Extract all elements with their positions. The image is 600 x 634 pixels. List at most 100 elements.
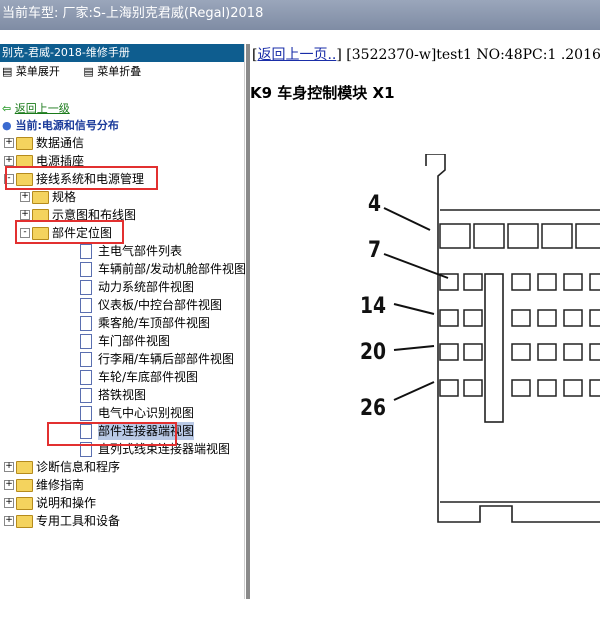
expand-node-icon[interactable]: + [4, 156, 14, 166]
tree-item-label: 电气中心识别视图 [98, 406, 195, 420]
document-icon [80, 370, 92, 385]
tree-item-label: 乘客舱/车顶部件视图 [98, 316, 211, 330]
manual-header: 别克-君威-2018-维修手册 [0, 44, 244, 62]
pin-label-14: 14 [360, 294, 387, 319]
tree-folder-item[interactable]: + 专用工具和设备 [0, 512, 244, 530]
tree-item-label: 规格 [52, 190, 77, 204]
leader-line-26 [393, 381, 435, 401]
back-level-link[interactable]: ⇦ 返回上一级 [2, 100, 70, 118]
expand-node-icon[interactable]: + [20, 210, 30, 220]
app-title-text: 当前车型: 厂家:S-上海别克君威(Regal)2018 [2, 6, 264, 21]
expand-menu-button[interactable]: ▤ 菜单展开 [2, 65, 70, 78]
cavity-small [589, 379, 600, 397]
content-panel: [返回上一页..] [3522370-w]test1 NO:48PC:1 .20… [250, 44, 600, 599]
expand-node-icon[interactable]: + [4, 498, 14, 508]
document-icon [80, 262, 92, 277]
expand-node-icon[interactable]: + [20, 192, 30, 202]
document-icon [80, 388, 92, 403]
document-icon [80, 244, 92, 259]
tree-item-label: 动力系统部件视图 [98, 280, 195, 294]
cavity-small [589, 309, 600, 327]
cavity-small [563, 343, 583, 361]
cavity-small [563, 273, 583, 291]
tree-folder-item[interactable]: + 诊断信息和程序 [0, 458, 244, 476]
tree-doc-item[interactable]: 搭铁视图 [0, 386, 244, 404]
folder-icon [16, 497, 33, 510]
tree-doc-item[interactable]: 仪表板/中控台部件视图 [0, 296, 244, 314]
connector-outline [425, 154, 600, 523]
pin-label-20: 20 [360, 340, 387, 365]
leader-line-14 [393, 303, 435, 315]
tree-doc-item[interactable]: 动力系统部件视图 [0, 278, 244, 296]
cavity-small [463, 379, 483, 397]
back-level-label: 返回上一级 [14, 102, 70, 115]
folder-icon [32, 191, 49, 204]
pin-label-7: 7 [368, 238, 382, 263]
cavity-small [537, 309, 557, 327]
tree-folder-item[interactable]: + 规格 [0, 188, 244, 206]
current-location-label: 当前:电源和信号分布 [15, 119, 119, 132]
cavity-small [537, 379, 557, 397]
tree-toolbar: ▤ 菜单展开 ▤ 菜单折叠 [0, 62, 244, 82]
cavity-small [439, 309, 459, 327]
tree-doc-item[interactable]: 乘客舱/车顶部件视图 [0, 314, 244, 332]
document-icon [80, 352, 92, 367]
cavity-small [563, 379, 583, 397]
expand-node-icon[interactable]: + [4, 138, 14, 148]
cavity-large [473, 223, 505, 249]
module-title: K9 车身控制模块 X1 [250, 84, 395, 102]
tree-folder-item[interactable]: + 数据通信 [0, 134, 244, 152]
tree-doc-item[interactable]: 车辆前部/发动机舱部件视图 [0, 260, 247, 278]
cavity-small [511, 309, 531, 327]
tree-doc-item[interactable]: 行李厢/车辆后部部件视图 [0, 350, 244, 368]
tree-doc-item[interactable]: 车轮/车底部件视图 [0, 368, 244, 386]
expand-node-icon[interactable]: + [4, 462, 14, 472]
collapse-menu-button[interactable]: ▤ 菜单折叠 [83, 65, 151, 78]
location-icon: ● [2, 119, 12, 132]
tree-doc-item[interactable]: 电气中心识别视图 [0, 404, 244, 422]
cavity-large [439, 223, 471, 249]
document-icon [80, 316, 92, 331]
tree-doc-item[interactable]: 主电气部件列表 [0, 242, 244, 260]
connector-diagram [383, 154, 600, 523]
cavity-large [507, 223, 539, 249]
tree-item-label: 车辆前部/发动机舱部件视图 [98, 262, 247, 276]
tree-item-label: 维修指南 [36, 478, 85, 492]
tree-item-label: 诊断信息和程序 [36, 460, 121, 474]
folder-icon [16, 137, 33, 150]
tree-item-label: 车门部件视图 [98, 334, 171, 348]
cavity-small [439, 343, 459, 361]
cavity-small [511, 343, 531, 361]
expand-node-icon[interactable]: + [4, 516, 14, 526]
cavity-small [589, 343, 600, 361]
tree-item-label: 行李厢/车辆后部部件视图 [98, 352, 235, 366]
tree-folder-item[interactable]: + 维修指南 [0, 476, 244, 494]
tree-item-label: 仪表板/中控台部件视图 [98, 298, 223, 312]
document-icon [80, 298, 92, 313]
tree-item-label: 说明和操作 [36, 496, 97, 510]
document-icon [80, 334, 92, 349]
cavity-small [589, 273, 600, 291]
folder-icon [16, 479, 33, 492]
leader-line-4 [383, 207, 431, 231]
tree-folder-item[interactable]: + 说明和操作 [0, 494, 244, 512]
cavity-small [511, 273, 531, 291]
document-icon [80, 280, 92, 295]
doc-info: ] [3522370-w]test1 NO:48PC:1 .201655 [336, 47, 600, 63]
cavity-large [575, 223, 600, 249]
latch-slot [484, 273, 504, 423]
tree-item-label: 搭铁视图 [98, 388, 147, 402]
pin-label-4: 4 [368, 192, 382, 217]
cavity-small [463, 343, 483, 361]
pin-label-26: 26 [360, 396, 387, 421]
tree-item-label: 主电气部件列表 [98, 244, 183, 258]
cavity-small [463, 273, 483, 291]
tree-item-label: 数据通信 [36, 136, 85, 150]
cavity-small [439, 379, 459, 397]
back-page-link[interactable]: 返回上一页.. [257, 47, 336, 63]
cavity-small [537, 343, 557, 361]
tree-doc-item[interactable]: 车门部件视图 [0, 332, 244, 350]
cavity-small [511, 379, 531, 397]
tree-item-label: 专用工具和设备 [36, 514, 121, 528]
expand-node-icon[interactable]: + [4, 480, 14, 490]
